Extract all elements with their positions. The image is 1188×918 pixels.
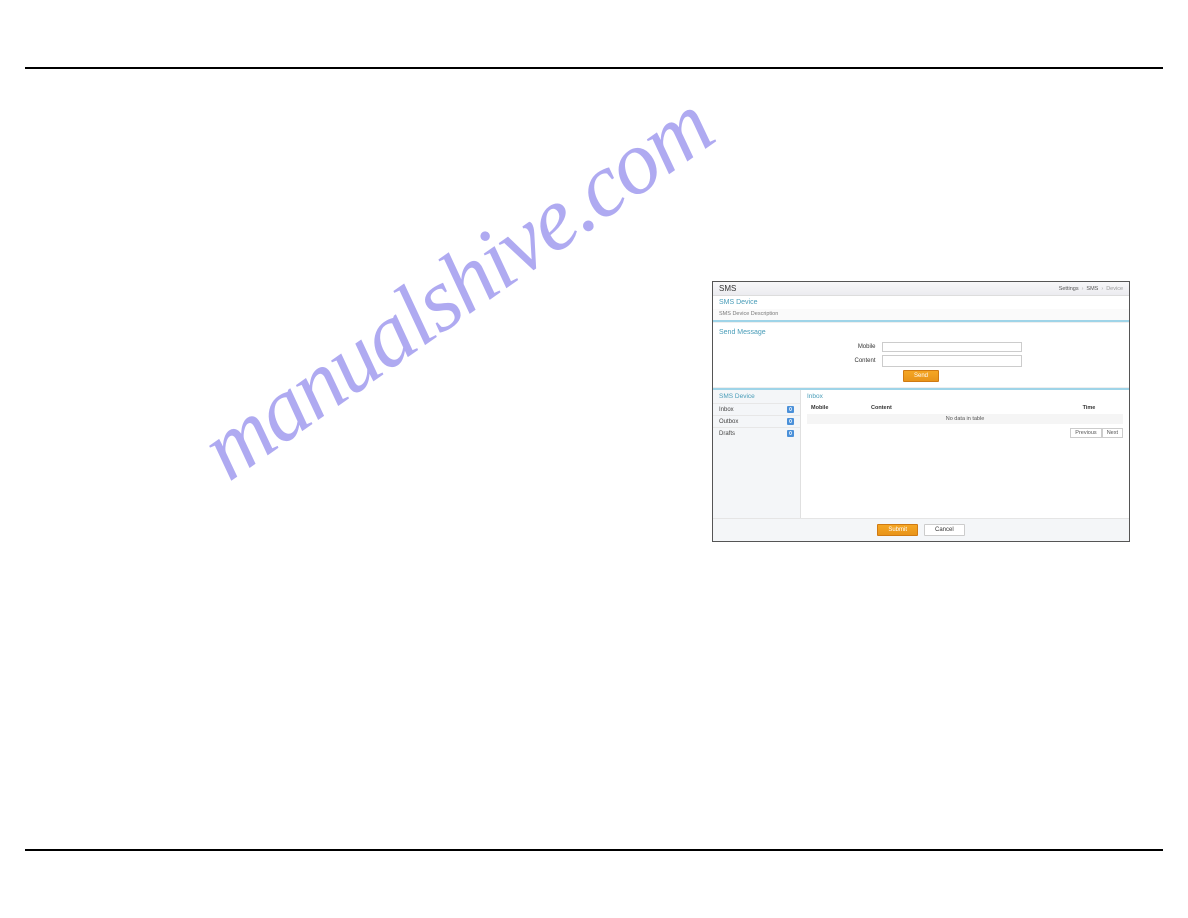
footer-actions: Submit Cancel <box>713 518 1129 541</box>
crumb-sms[interactable]: SMS <box>1086 286 1098 292</box>
page-title: SMS <box>719 284 736 293</box>
page-bottom-rule <box>25 849 1163 851</box>
window-titlebar: SMS Settings › SMS › Device <box>713 282 1129 296</box>
previous-button[interactable]: Previous <box>1070 428 1101 438</box>
crumb-sep: › <box>1082 286 1084 292</box>
inbox-table: Mobile Content Time No data in table <box>807 403 1123 424</box>
sidebar-head: SMS Device <box>713 390 800 403</box>
badge-count: 0 <box>787 430 794 437</box>
next-button[interactable]: Next <box>1102 428 1123 438</box>
badge-count: 0 <box>787 418 794 425</box>
content-input[interactable] <box>882 355 1022 367</box>
crumb-settings[interactable]: Settings <box>1059 286 1079 292</box>
send-button[interactable]: Send <box>903 370 939 382</box>
sidebar: SMS Device Inbox 0 Outbox 0 Drafts 0 <box>713 390 801 518</box>
content-row: Content <box>719 355 1123 367</box>
pager: Previous Next <box>807 428 1123 438</box>
sidebar-item-label: Drafts <box>719 431 735 437</box>
col-mobile: Mobile <box>811 405 871 411</box>
sms-device-section: SMS Device SMS Device Description <box>713 296 1129 323</box>
sms-window: SMS Settings › SMS › Device SMS Device S… <box>712 281 1130 542</box>
crumb-device: Device <box>1106 286 1123 292</box>
sidebar-item-inbox[interactable]: Inbox 0 <box>713 403 800 415</box>
page-top-rule <box>25 67 1163 69</box>
main-panel: Inbox Mobile Content Time No data in tab… <box>801 390 1129 518</box>
sms-device-head: SMS Device <box>713 296 1129 309</box>
table-empty: No data in table <box>807 414 1123 424</box>
col-content: Content <box>871 405 1059 411</box>
submit-button[interactable]: Submit <box>877 524 918 536</box>
crumb-sep: › <box>1101 286 1103 292</box>
sidebar-item-label: Inbox <box>719 407 734 413</box>
mobile-label: Mobile <box>821 344 876 350</box>
table-header: Mobile Content Time <box>807 403 1123 413</box>
inbox-head: Inbox <box>801 390 1129 403</box>
sidebar-item-drafts[interactable]: Drafts 0 <box>713 427 800 439</box>
col-time: Time <box>1059 405 1119 411</box>
send-message-section: Send Message Mobile Content Send <box>713 323 1129 388</box>
breadcrumb: Settings › SMS › Device <box>1059 286 1123 292</box>
badge-count: 0 <box>787 406 794 413</box>
sms-device-desc: SMS Device Description <box>713 309 1129 322</box>
send-message-head: Send Message <box>719 326 1123 339</box>
mobile-row: Mobile <box>719 342 1123 352</box>
mobile-input[interactable] <box>882 342 1022 352</box>
sidebar-item-label: Outbox <box>719 419 738 425</box>
sidebar-item-outbox[interactable]: Outbox 0 <box>713 415 800 427</box>
cancel-button[interactable]: Cancel <box>924 524 965 536</box>
content-label: Content <box>821 358 876 364</box>
split-pane: SMS Device Inbox 0 Outbox 0 Drafts 0 Inb… <box>713 388 1129 518</box>
